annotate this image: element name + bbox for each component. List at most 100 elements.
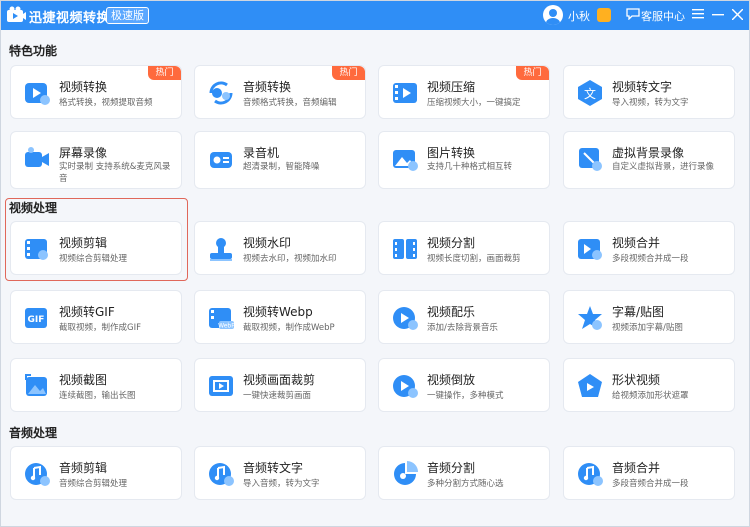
card-description: 截取视频，制作成GIF — [59, 323, 141, 333]
recorder-icon — [210, 152, 232, 168]
section-title-audio: 音频处理 — [9, 426, 58, 440]
card-description: 格式转换，视频提取音频 — [59, 98, 153, 108]
video-card-split[interactable]: 视频分割 视频长度切割，画面裁剪 — [378, 221, 550, 275]
video-edit-icon — [25, 239, 48, 260]
video-card-edit[interactable]: 视频剪辑 视频综合剪辑处理 — [10, 221, 182, 275]
card-title: 视频分割 — [427, 236, 476, 250]
card-description: 连续截图，输出长图 — [59, 391, 136, 401]
card-title: 视频压缩 — [427, 80, 476, 94]
minimize-button[interactable] — [709, 4, 727, 24]
card-title: 视频合并 — [612, 236, 661, 250]
screen-record-icon — [25, 147, 49, 167]
card-description: 一键快速裁剪画面 — [243, 391, 312, 401]
chat-icon[interactable] — [626, 8, 640, 20]
card-title: 视频转Webp — [243, 305, 313, 319]
audio-card-to-text[interactable]: 音频转文字 导入音频，转为文字 — [194, 446, 366, 500]
menu-icon — [692, 9, 704, 19]
user-icon — [546, 9, 560, 25]
feature-card-video-convert[interactable]: 视频转换 格式转换，视频提取音频 热门 — [10, 65, 182, 119]
virtual-bg-icon — [579, 148, 602, 171]
audio-split-icon — [394, 461, 418, 485]
video-card-subtitle[interactable]: 字幕/贴图 视频添加字幕/贴图 — [563, 290, 735, 344]
card-description: 压缩视频大小，一键搞定 — [427, 98, 521, 108]
screenshot-icon — [25, 374, 47, 396]
image-convert-icon — [393, 150, 418, 171]
card-title: 音频转换 — [243, 80, 292, 94]
video-card-watermark[interactable]: 视频水印 视频去水印，视频加水印 — [194, 221, 366, 275]
card-description: 音频格式转换，音频编辑 — [243, 98, 337, 108]
video-card-crop[interactable]: 视频画面裁剪 一键快速裁剪画面 — [194, 358, 366, 412]
video-to-text-icon: 文 — [578, 80, 602, 106]
card-title: 音频合并 — [612, 461, 661, 475]
webp-icon: WebP — [209, 308, 235, 330]
audio-card-merge[interactable]: 音频合并 多段音频合并成一段 — [563, 446, 735, 500]
card-title: 字幕/贴图 — [612, 305, 665, 319]
watermark-icon — [210, 238, 232, 261]
video-card-webp[interactable]: WebP 视频转Webp 截取视频，制作成WebP — [194, 290, 366, 344]
video-compress-icon — [393, 83, 417, 103]
video-card-shape[interactable]: 形状视频 给视频添加形状遮罩 — [563, 358, 735, 412]
hot-badge: 热门 — [332, 66, 365, 80]
card-title: 视频水印 — [243, 236, 292, 250]
shape-video-icon — [578, 374, 602, 397]
card-title: 形状视频 — [612, 373, 661, 387]
video-card-screenshot[interactable]: 视频截图 连续截图，输出长图 — [10, 358, 182, 412]
card-description: 添加/去除背景音乐 — [427, 323, 498, 333]
feature-card-virtual-bg[interactable]: 虚拟背景录像 自定义虚拟背景，进行录像 — [563, 131, 735, 189]
card-title: 音频转文字 — [243, 461, 304, 475]
audio-merge-icon — [578, 463, 603, 486]
card-title: 视频截图 — [59, 373, 108, 387]
feature-card-video-compress[interactable]: 视频压缩 压缩视频大小，一键搞定 热门 — [378, 65, 550, 119]
app-logo-icon — [7, 6, 26, 22]
section-title-featured: 特色功能 — [9, 44, 58, 58]
card-description: 实时录制 支持系统&麦克风录音 — [59, 162, 171, 184]
card-title: 屏幕录像 — [59, 146, 108, 160]
card-title: 视频转换 — [59, 80, 108, 94]
video-music-icon — [393, 307, 418, 330]
service-center-link[interactable]: 客服中心 — [641, 8, 685, 24]
card-title: 音频分割 — [427, 461, 476, 475]
card-title: 录音机 — [243, 146, 280, 160]
video-card-music[interactable]: 视频配乐 添加/去除背景音乐 — [378, 290, 550, 344]
card-description: 截取视频，制作成WebP — [243, 323, 335, 333]
card-title: 视频转文字 — [612, 80, 673, 94]
audio-convert-icon — [209, 81, 233, 105]
card-description: 多段视频合并成一段 — [612, 254, 689, 264]
audio-card-split[interactable]: 音频分割 多种分割方式随心选 — [378, 446, 550, 500]
reverse-icon — [393, 375, 418, 398]
feature-card-recorder[interactable]: 录音机 超清录制，智能降噪 — [194, 131, 366, 189]
svg-text:文: 文 — [584, 86, 596, 101]
video-split-icon — [393, 239, 417, 259]
video-card-merge[interactable]: 视频合并 多段视频合并成一段 — [563, 221, 735, 275]
feature-card-image-convert[interactable]: 图片转换 支持几十种格式相互转 — [378, 131, 550, 189]
card-description: 视频添加字幕/贴图 — [612, 323, 683, 333]
svg-text:WebP: WebP — [218, 323, 235, 330]
user-name[interactable]: 小秋 — [568, 8, 590, 24]
audio-card-edit[interactable]: 音频剪辑 音频综合剪辑处理 — [10, 446, 182, 500]
minimize-icon — [712, 14, 724, 16]
hot-badge: 热门 — [516, 66, 549, 80]
card-description: 视频综合剪辑处理 — [59, 254, 128, 264]
crop-icon — [209, 376, 233, 396]
feature-card-screen-record[interactable]: 屏幕录像 实时录制 支持系统&麦克风录音 — [10, 131, 182, 189]
card-description: 音频综合剪辑处理 — [59, 479, 128, 489]
feature-card-audio-convert[interactable]: 音频转换 音频格式转换，音频编辑 热门 — [194, 65, 366, 119]
close-button[interactable] — [728, 4, 746, 24]
video-card-reverse[interactable]: 视频倒放 一键操作，多种模式 — [378, 358, 550, 412]
card-title: 视频画面裁剪 — [243, 373, 316, 387]
vip-icon[interactable] — [597, 8, 611, 22]
title-bar: 迅捷视频转换器 极速版 小秋 客服中心 — [0, 0, 750, 30]
video-merge-icon — [578, 239, 602, 260]
video-card-gif[interactable]: GIF 视频转GIF 截取视频，制作成GIF — [10, 290, 182, 344]
card-description: 支持几十种格式相互转 — [427, 162, 513, 172]
menu-button[interactable] — [689, 4, 707, 24]
card-title: 图片转换 — [427, 146, 476, 160]
audio-to-text-icon — [209, 463, 234, 486]
avatar[interactable] — [543, 5, 563, 25]
card-description: 导入视频，转为文字 — [612, 98, 689, 108]
svg-text:GIF: GIF — [28, 315, 45, 325]
card-description: 导入音频，转为文字 — [243, 479, 320, 489]
feature-card-video-to-text[interactable]: 文 视频转文字 导入视频，转为文字 — [563, 65, 735, 119]
gif-icon: GIF — [25, 308, 47, 328]
card-description: 自定义虚拟背景，进行录像 — [612, 162, 715, 172]
